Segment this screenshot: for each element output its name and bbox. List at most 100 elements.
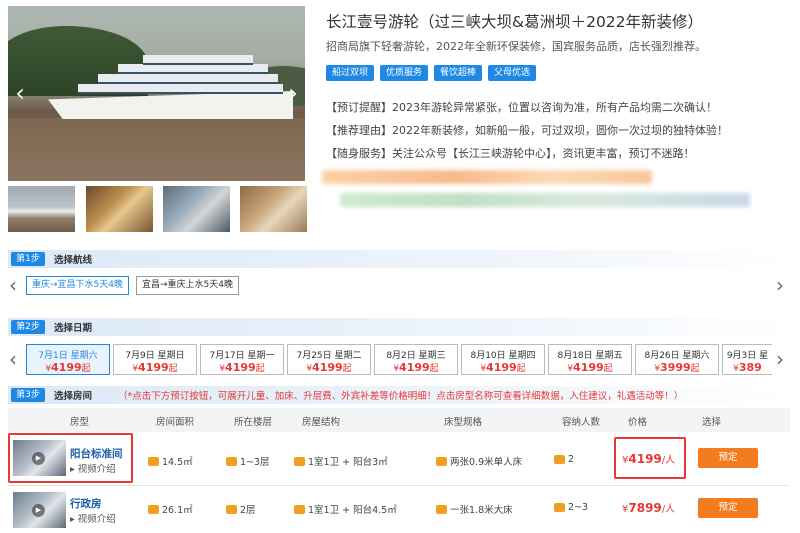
step3-badge: 第3步	[11, 388, 45, 402]
step3-bar: 第3步 选择房间 （*点击下方预订按钮，可展开儿童、加床、升层费、外宾补差等价格…	[8, 386, 790, 404]
room-price: ¥7899/人	[622, 501, 676, 515]
blurred-promo-line	[322, 170, 652, 184]
step1-bar: 第1步 选择航线	[8, 250, 790, 268]
room-bed: 一张1.8米大床	[436, 502, 513, 516]
step2-label: 选择日期	[54, 323, 93, 334]
date-price: ¥389	[733, 361, 762, 374]
th-select: 选择	[702, 417, 722, 428]
bed-icon	[436, 504, 447, 514]
th-price: 价格	[628, 417, 648, 428]
date-price: ¥4199起	[45, 361, 91, 374]
date-label: 7月25日 星期二	[296, 351, 362, 361]
route-upstream[interactable]: 宜昌→重庆上水5天4晚	[136, 276, 239, 295]
room-photo[interactable]: ▶	[13, 440, 66, 476]
date-price: ¥4199起	[567, 361, 613, 374]
person-icon	[554, 503, 565, 512]
date-option[interactable]: 7月25日 星期二 ¥4199起	[287, 344, 371, 375]
step1-label: 选择航线	[54, 255, 93, 266]
thumb-restaurant[interactable]	[240, 186, 307, 232]
thumb-lounge[interactable]	[163, 186, 230, 232]
note-reason: 【推荐理由】2022年新装修，如新船一般，可过双坝，圆你一次过坝的独特体验！	[326, 124, 728, 137]
room-name[interactable]: 行政房	[70, 496, 102, 511]
date-option[interactable]: 9月3日 星 ¥389	[722, 344, 772, 375]
step2-badge: 第2步	[11, 320, 45, 334]
room-video-link[interactable]: ▸ 视频介绍	[70, 511, 116, 525]
thumb-atrium[interactable]	[86, 186, 153, 232]
dates-prev-icon[interactable]: ‹	[9, 349, 17, 369]
date-price: ¥4199起	[393, 361, 439, 374]
date-label: 8月26日 星期六	[644, 351, 710, 361]
tag-parents: 父母优选	[488, 65, 537, 81]
date-label: 8月2日 星期三	[386, 351, 446, 361]
date-price: ¥4199起	[219, 361, 265, 374]
th-area: 房间面积	[156, 417, 195, 428]
bed-icon	[436, 456, 447, 466]
routes-next-icon[interactable]: ›	[776, 275, 784, 295]
book-button[interactable]: 预定	[698, 448, 758, 468]
note-service: 【随身服务】关注公众号【长江三峡游轮中心】，资讯更丰富，预订不迷路！	[326, 147, 695, 160]
product-subtitle: 招商局旗下轻奢游轮，2022年全新环保装修，国宾服务品质，店长强烈推荐。	[326, 40, 706, 53]
structure-icon	[294, 504, 305, 514]
step2-bar: 第2步 选择日期	[8, 318, 790, 336]
th-structure: 房屋结构	[302, 417, 341, 428]
date-option[interactable]: 7月17日 星期一 ¥4199起	[200, 344, 284, 375]
route-downstream[interactable]: 重庆→宜昌下水5天4晚	[26, 276, 129, 295]
routes-prev-icon[interactable]: ‹	[9, 275, 17, 295]
tag-dam: 船过双坝	[326, 65, 375, 81]
date-label: 8月10日 星期四	[470, 351, 536, 361]
floor-icon	[226, 504, 237, 514]
area-icon	[148, 504, 159, 514]
room-area: 14.5㎡	[148, 454, 193, 468]
room-area: 26.1㎡	[148, 502, 193, 516]
date-price: ¥4199起	[306, 361, 352, 374]
th-capacity: 容纳人数	[562, 417, 601, 428]
room-table-header: 房型 房间面积 所在楼层 房屋结构 床型规格 容纳人数 价格 选择	[8, 408, 790, 432]
date-price: ¥3999起	[654, 361, 700, 374]
room-name[interactable]: 阳台标准间	[70, 446, 123, 461]
date-price: ¥4199起	[132, 361, 178, 374]
room-price: ¥4199/人	[622, 452, 676, 466]
date-label: 8月18日 星期五	[557, 351, 623, 361]
date-option[interactable]: 7月9日 星期日 ¥4199起	[113, 344, 197, 375]
th-room-type: 房型	[70, 417, 90, 428]
next-photo-arrow-icon[interactable]: ›	[283, 78, 303, 108]
thumb-ship-exterior[interactable]	[8, 186, 75, 232]
date-label: 7月17日 星期一	[209, 351, 275, 361]
play-icon: ▶	[32, 504, 45, 517]
prev-photo-arrow-icon[interactable]: ‹	[10, 78, 30, 108]
th-bed: 床型规格	[444, 417, 483, 428]
tag-dining: 餐饮超棒	[434, 65, 483, 81]
th-floor: 所在楼层	[234, 417, 273, 428]
date-label: 9月3日 星	[726, 351, 769, 361]
structure-icon	[294, 456, 305, 466]
room-photo[interactable]: ▶	[13, 492, 66, 528]
step1-badge: 第1步	[11, 252, 45, 266]
step3-label: 选择房间	[54, 391, 93, 402]
product-title: 长江壹号游轮（过三峡大坝&葛洲坝＋2022年新装修）	[326, 13, 704, 31]
date-option[interactable]: 8月10日 星期四 ¥4199起	[461, 344, 545, 375]
row-divider	[8, 485, 790, 486]
room-structure: 1室1卫 + 阳台3㎡	[294, 454, 388, 468]
blurred-contact-line	[340, 193, 750, 207]
date-label: 7月9日 星期日	[125, 351, 185, 361]
feature-tags: 船过双坝 优质服务 餐饮超棒 父母优选	[326, 65, 537, 81]
room-floor: 2层	[226, 502, 256, 516]
date-option[interactable]: 8月2日 星期三 ¥4199起	[374, 344, 458, 375]
room-floor: 1~3层	[226, 454, 270, 468]
date-label: 7月1日 星期六	[38, 351, 98, 361]
book-button[interactable]: 预定	[698, 498, 758, 518]
room-capacity: 2	[554, 454, 574, 465]
date-option[interactable]: 7月1日 星期六 ¥4199起	[26, 344, 110, 375]
play-icon: ▶	[32, 452, 45, 465]
tag-service: 优质服务	[380, 65, 429, 81]
room-capacity: 2~3	[554, 502, 588, 513]
date-price: ¥4199起	[480, 361, 526, 374]
room-video-link[interactable]: ▸ 视频介绍	[70, 461, 116, 475]
step3-hint: （*点击下方预订按钮，可展开儿童、加床、升层费、外宾补差等价格明细！点击房型名称…	[118, 391, 684, 402]
date-option[interactable]: 8月18日 星期五 ¥4199起	[548, 344, 632, 375]
date-option[interactable]: 8月26日 星期六 ¥3999起	[635, 344, 719, 375]
dates-next-icon[interactable]: ›	[776, 349, 784, 369]
room-structure: 1室1卫 + 阳台4.5㎡	[294, 502, 397, 516]
note-booking: 【预订提醒】2023年游轮异常紧张，位置以咨询为准，所有产品均需二次确认！	[326, 101, 717, 114]
person-icon	[554, 455, 565, 464]
